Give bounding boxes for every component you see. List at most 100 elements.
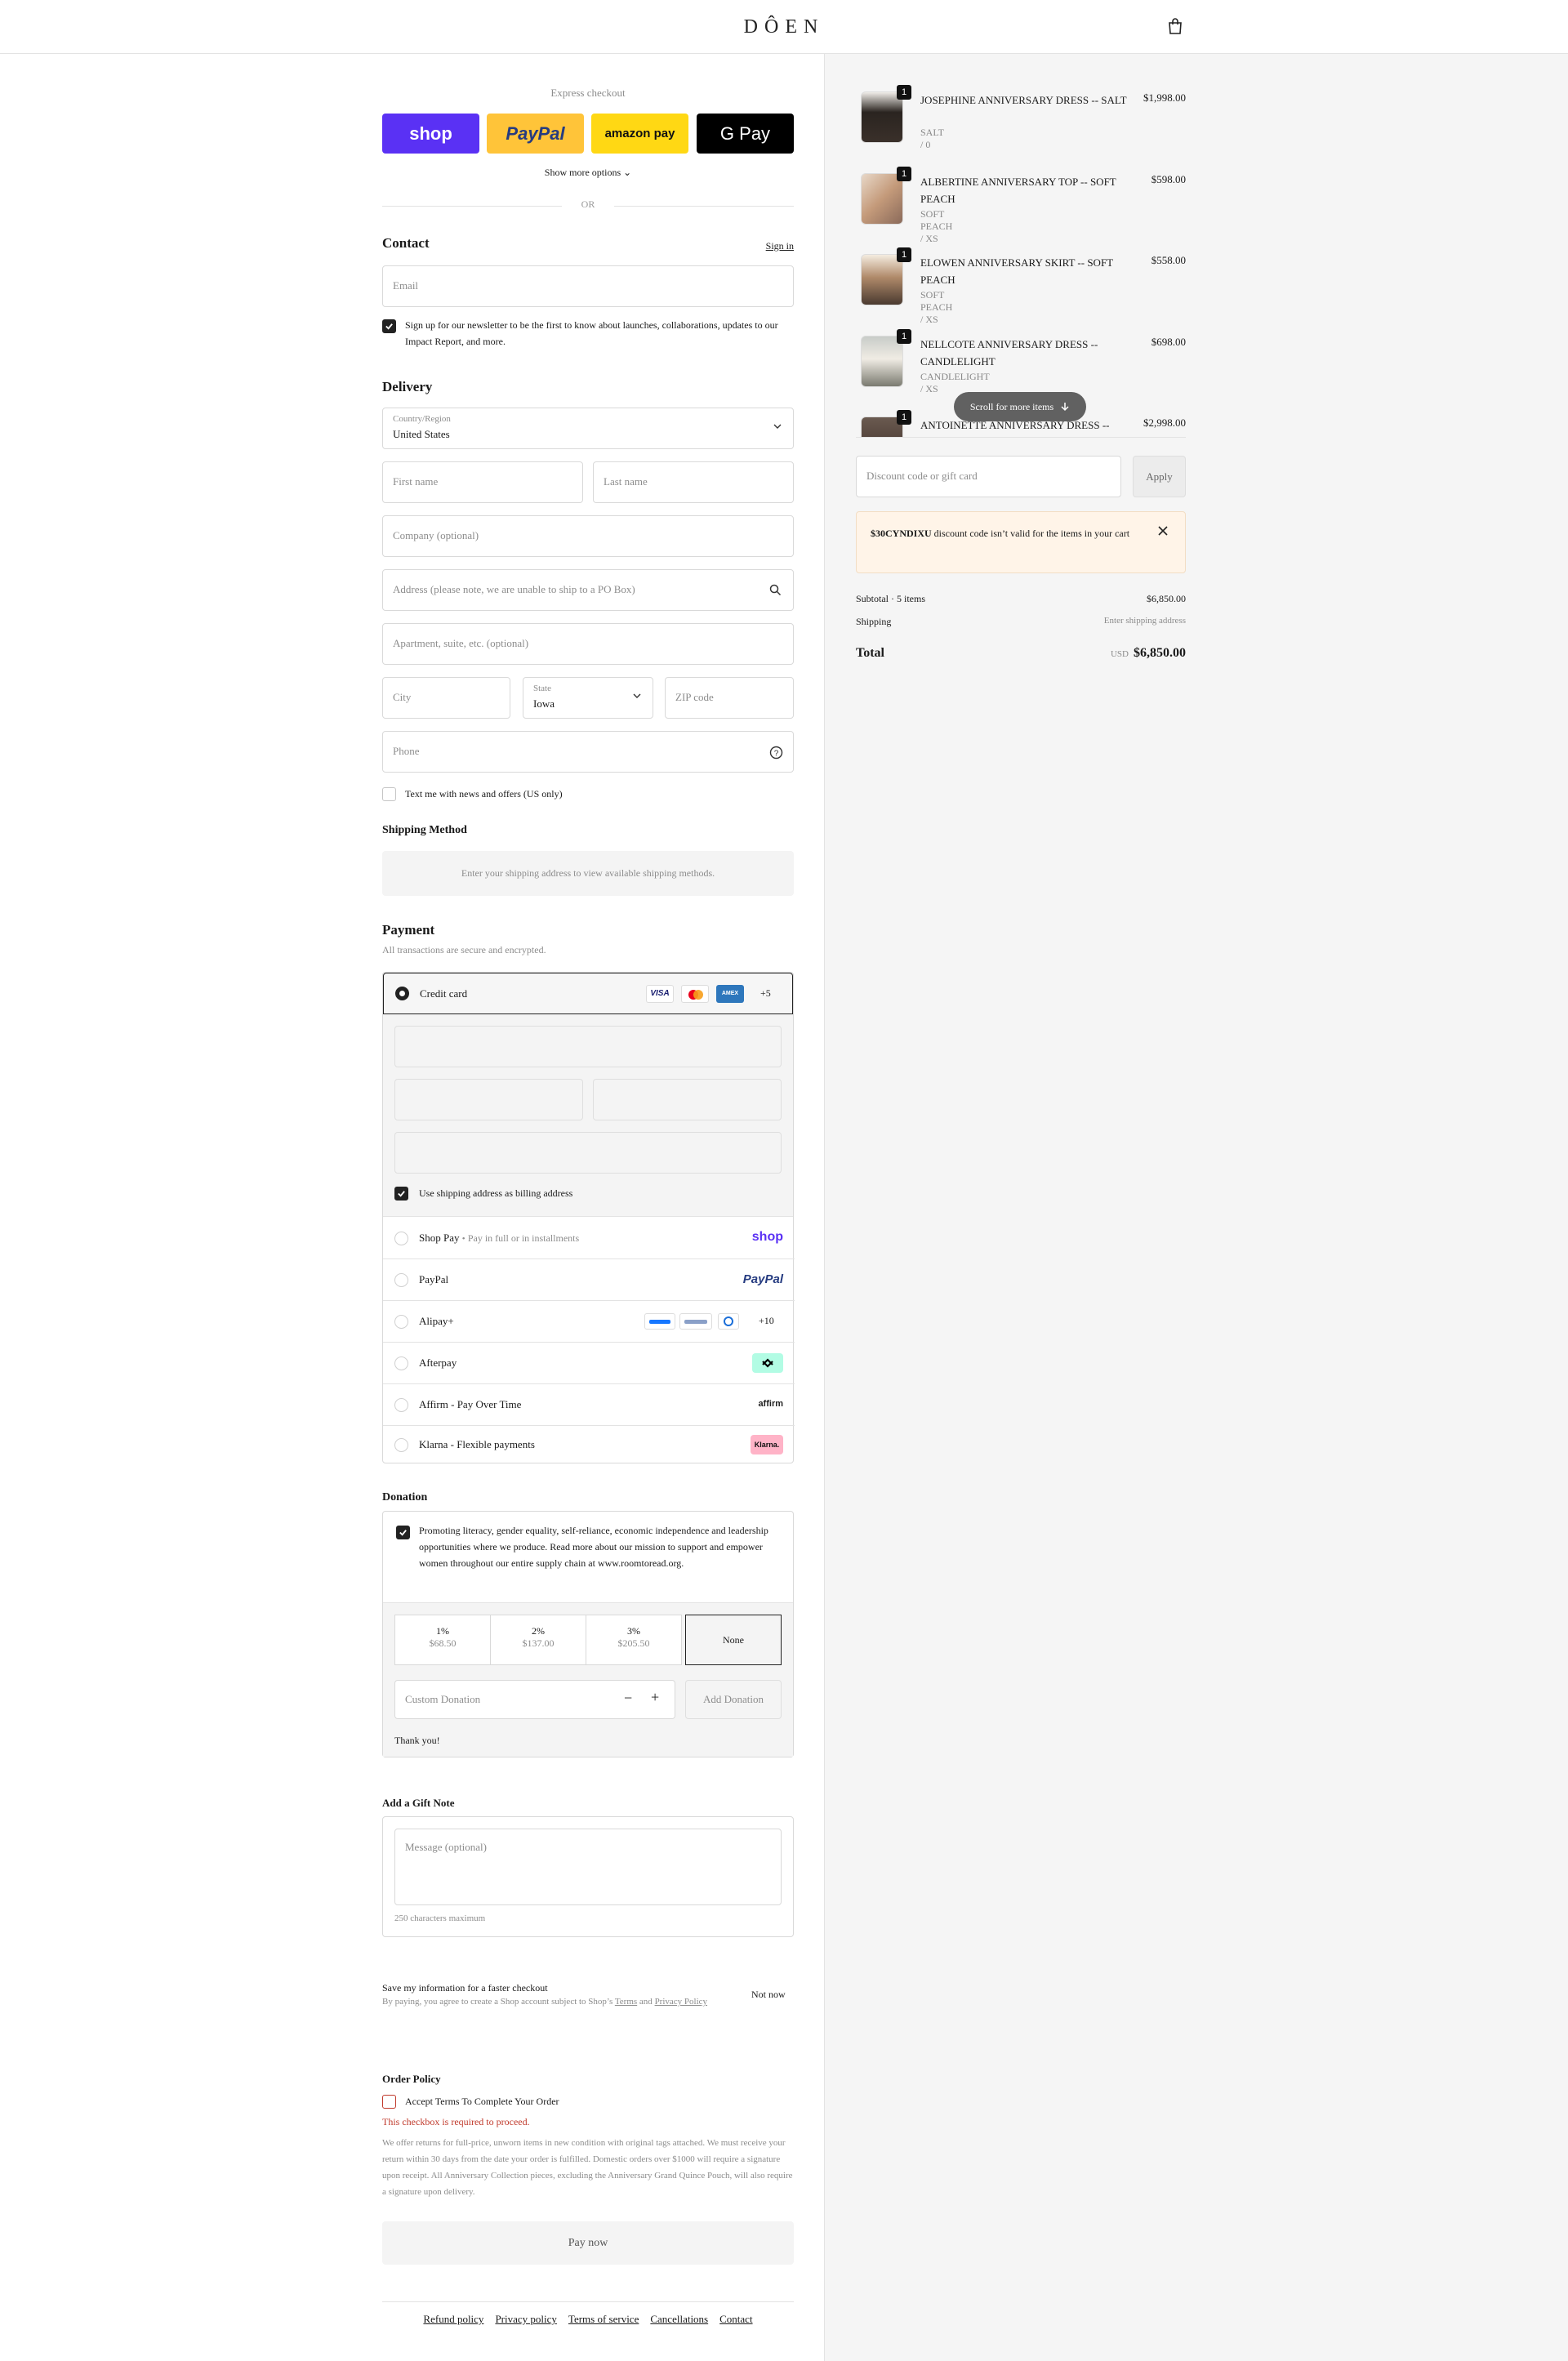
alipay-option[interactable]: Alipay+ +10 xyxy=(383,1301,795,1343)
add-donation-button[interactable]: Add Donation xyxy=(685,1680,782,1719)
chevron-down-icon xyxy=(773,424,782,429)
text-me-label: Text me with news and offers (US only) xyxy=(405,788,563,800)
paypal-option[interactable]: PayPal PayPal xyxy=(383,1259,795,1301)
shop-pay-option[interactable]: Shop Pay • Pay in full or in installment… xyxy=(383,1218,795,1259)
card-cvc-field[interactable] xyxy=(593,1079,782,1120)
donation-pct: 3% xyxy=(627,1625,640,1637)
pay-now-button[interactable]: Pay now xyxy=(382,2221,794,2265)
help-icon[interactable]: ? xyxy=(769,746,783,760)
first-name-placeholder: First name xyxy=(393,475,439,488)
state-select[interactable]: State Iowa xyxy=(523,677,653,719)
credit-card-radio[interactable] xyxy=(395,987,409,1000)
email-placeholder: Email xyxy=(393,279,419,292)
affirm-radio[interactable] xyxy=(394,1398,408,1412)
donation-none-label: None xyxy=(723,1634,744,1646)
shopping-bag-icon[interactable] xyxy=(1168,18,1183,34)
affirm-option[interactable]: Affirm - Pay Over Time affirm xyxy=(383,1384,795,1426)
paypal-label: PayPal xyxy=(419,1273,449,1285)
credit-card-option[interactable]: Credit card VISA AMEX +5 xyxy=(383,973,793,1014)
credit-card-label: Credit card xyxy=(420,987,468,1000)
item-price: $2,998.00 xyxy=(1143,417,1186,429)
product-thumbnail xyxy=(861,173,903,225)
afterpay-radio[interactable] xyxy=(394,1356,408,1370)
total-amount: USD $6,850.00 xyxy=(1022,646,1186,661)
shop-pay-label: Shop Pay xyxy=(419,1232,460,1244)
last-name-field[interactable]: Last name xyxy=(593,461,794,503)
credit-card-form: Use shipping address as billing address xyxy=(383,1014,793,1217)
discount-error-alert: $30CYNDIXU discount code isn’t valid for… xyxy=(856,511,1186,573)
visa-icon: VISA xyxy=(646,985,674,1003)
text-me-checkbox[interactable] xyxy=(382,787,396,801)
refund-policy-link[interactable]: Refund policy xyxy=(423,2313,483,2326)
shop-privacy-link[interactable]: Privacy Policy xyxy=(655,1997,707,2007)
alipay-radio[interactable] xyxy=(394,1315,408,1329)
show-more-options-link[interactable]: Show more options ⌄ xyxy=(382,167,794,179)
shop-terms-link[interactable]: Terms xyxy=(615,1997,637,2007)
alipay-more-count: +10 xyxy=(759,1315,774,1326)
contact-link[interactable]: Contact xyxy=(719,2313,752,2326)
custom-donation-field[interactable]: Custom Donation − + xyxy=(394,1680,675,1719)
gift-note-title: Add a Gift Note xyxy=(382,1797,455,1809)
shop-pay-express-button[interactable]: shop xyxy=(382,114,479,154)
donation-option-1pct[interactable]: 1% $68.50 xyxy=(394,1615,491,1665)
shop-pay-logo: shop xyxy=(751,1230,783,1244)
country-select[interactable]: Country/Region United States xyxy=(382,408,794,449)
check-icon xyxy=(385,323,393,330)
company-field[interactable]: Company (optional) xyxy=(382,515,794,557)
gcash-brand-icon xyxy=(718,1313,739,1330)
email-field[interactable]: Email xyxy=(382,265,794,307)
address-field[interactable]: Address (please note, we are unable to s… xyxy=(382,569,794,611)
affirm-label: Affirm - Pay Over Time xyxy=(419,1398,522,1410)
alipay-label: Alipay+ xyxy=(419,1315,454,1327)
gift-note-limit: 250 characters maximum xyxy=(394,1913,486,1923)
shop-pay-radio[interactable] xyxy=(394,1232,408,1245)
alipayhk-brand-icon xyxy=(679,1313,712,1330)
google-pay-express-button[interactable]: G Pay xyxy=(697,114,794,154)
shipping-method-message: Enter your shipping address to view avai… xyxy=(382,851,794,896)
klarna-radio[interactable] xyxy=(394,1438,408,1452)
sign-in-link[interactable]: Sign in xyxy=(766,238,794,254)
discount-code-field[interactable]: Discount code or gift card xyxy=(856,456,1121,497)
quantity-badge: 1 xyxy=(897,329,911,344)
minus-icon[interactable]: − xyxy=(624,1690,632,1707)
city-field[interactable]: City xyxy=(382,677,510,719)
gift-message-placeholder: Message (optional) xyxy=(405,1841,488,1853)
card-expiry-field[interactable] xyxy=(394,1079,583,1120)
paypal-radio[interactable] xyxy=(394,1273,408,1287)
klarna-option[interactable]: Klarna - Flexible payments Klarna. xyxy=(383,1426,795,1464)
terms-of-service-link[interactable]: Terms of service xyxy=(568,2313,639,2326)
total-label: Total xyxy=(856,646,884,660)
first-name-field[interactable]: First name xyxy=(382,461,583,503)
cancellations-link[interactable]: Cancellations xyxy=(650,2313,708,2326)
paypal-express-button[interactable]: PayPal xyxy=(487,114,584,154)
card-name-field[interactable] xyxy=(394,1132,782,1174)
billing-same-checkbox[interactable] xyxy=(394,1187,408,1201)
gift-message-field[interactable]: Message (optional) xyxy=(394,1829,782,1905)
last-name-placeholder: Last name xyxy=(604,475,648,488)
privacy-policy-link[interactable]: Privacy policy xyxy=(495,2313,556,2326)
donation-option-3pct[interactable]: 3% $205.50 xyxy=(586,1615,682,1665)
donation-option-2pct[interactable]: 2% $137.00 xyxy=(490,1615,586,1665)
apply-discount-button[interactable]: Apply xyxy=(1133,456,1186,497)
save-info-subtitle: By paying, you agree to create a Shop ac… xyxy=(382,1997,707,2007)
alipay-brand-icon xyxy=(644,1313,675,1330)
amazon-pay-express-button[interactable]: amazon pay xyxy=(591,114,688,154)
apartment-field[interactable]: Apartment, suite, etc. (optional) xyxy=(382,623,794,665)
cart-items-list[interactable]: 1 JOSEPHINE ANNIVERSARY DRESS -- SALT SA… xyxy=(856,54,1186,438)
newsletter-checkbox[interactable] xyxy=(382,319,396,333)
country-value: United States xyxy=(393,428,450,440)
phone-field[interactable]: Phone ? xyxy=(382,731,794,773)
accept-terms-checkbox[interactable] xyxy=(382,2095,396,2109)
store-logo[interactable]: DÔEN xyxy=(0,16,1568,38)
donation-option-none[interactable]: None xyxy=(685,1615,782,1665)
not-now-button[interactable]: Not now xyxy=(751,1986,786,2002)
afterpay-option[interactable]: Afterpay xyxy=(383,1343,795,1384)
close-icon[interactable] xyxy=(1158,526,1168,536)
card-number-field[interactable] xyxy=(394,1026,782,1067)
accept-terms-label: Accept Terms To Complete Your Order xyxy=(405,2096,559,2107)
donation-checkbox[interactable] xyxy=(396,1526,410,1539)
zip-field[interactable]: ZIP code xyxy=(665,677,794,719)
scroll-for-more-button[interactable]: Scroll for more items xyxy=(954,392,1086,421)
plus-icon[interactable]: + xyxy=(651,1689,659,1706)
amex-icon: AMEX xyxy=(716,985,744,1003)
